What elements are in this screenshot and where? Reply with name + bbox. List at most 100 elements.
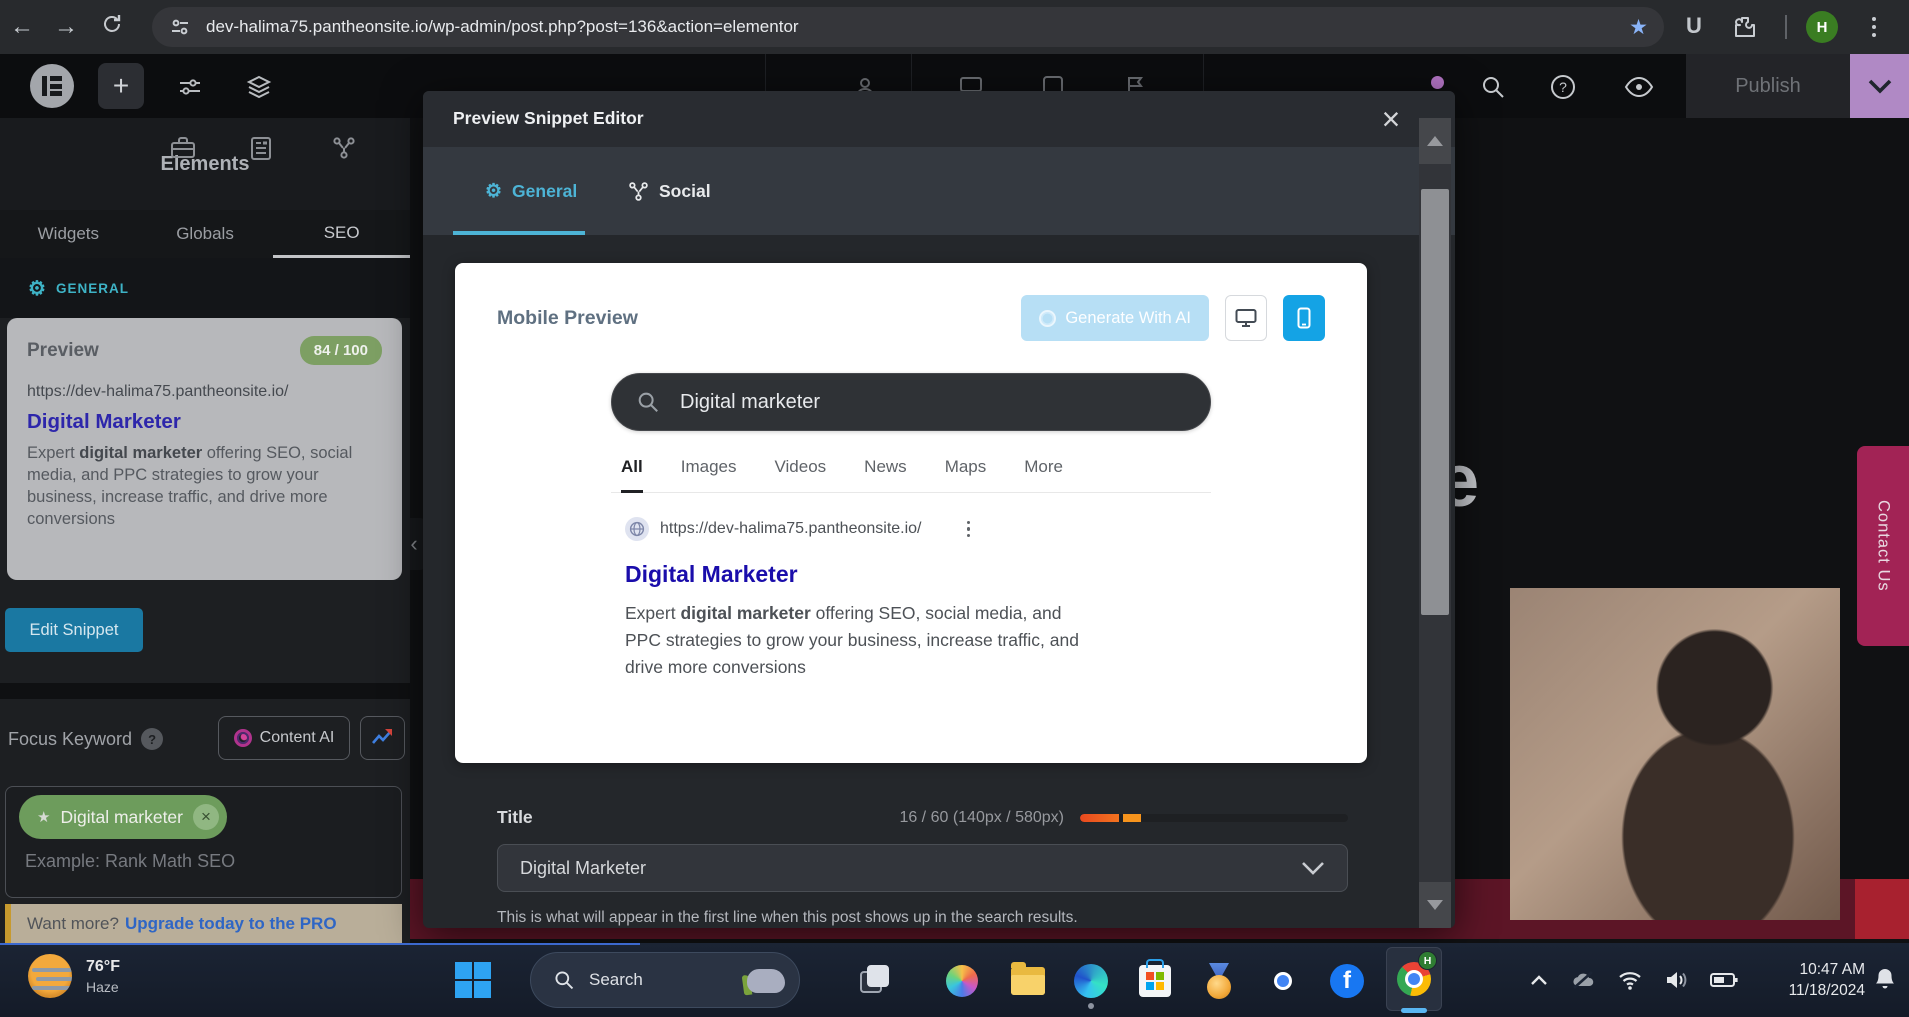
- help-icon[interactable]: ?: [1550, 74, 1576, 105]
- elementor-logo-icon: [42, 76, 62, 96]
- mobile-preview-heading: Mobile Preview: [497, 307, 638, 330]
- serp-tab-row: All Images Videos News Maps More: [611, 457, 1211, 493]
- weather-widget[interactable]: 76°F Haze: [28, 954, 120, 998]
- remove-keyword-icon[interactable]: ×: [193, 804, 219, 830]
- onedrive-paused-icon[interactable]: [1570, 970, 1596, 990]
- edit-snippet-button[interactable]: Edit Snippet: [5, 608, 143, 652]
- tab-widgets[interactable]: Widgets: [0, 210, 137, 258]
- result-description: Expert digital marketer offering SEO, so…: [625, 600, 1095, 681]
- wifi-icon[interactable]: [1618, 971, 1642, 990]
- focus-keyword-input[interactable]: ★ Digital marketer × Example: Rank Math …: [5, 786, 402, 898]
- notification-bell-icon[interactable]: [1874, 967, 1896, 998]
- mobile-preview-button[interactable]: [1283, 295, 1325, 341]
- microsoft-store-button[interactable]: [1139, 965, 1171, 997]
- chrome-profile-badge: H: [1418, 951, 1437, 970]
- site-settings-sliders-icon[interactable]: [178, 75, 202, 104]
- forward-icon[interactable]: →: [44, 13, 88, 41]
- close-icon[interactable]: ×: [1371, 99, 1411, 139]
- reload-icon[interactable]: [88, 13, 136, 42]
- tab-seo[interactable]: SEO: [273, 210, 410, 258]
- monitor-icon: [1235, 308, 1257, 328]
- title-input[interactable]: Digital Marketer: [497, 844, 1348, 892]
- battery-icon[interactable]: [1710, 972, 1738, 988]
- result-url[interactable]: https://dev-halima75.pantheonsite.io/: [660, 520, 922, 538]
- bookmark-star-icon[interactable]: ★: [1629, 15, 1648, 40]
- toolbox-icon[interactable]: [170, 136, 196, 165]
- phone-icon: [1297, 307, 1311, 329]
- chevron-down-icon: [1301, 861, 1325, 875]
- notification-dot: [1431, 76, 1444, 89]
- serp-tab-images[interactable]: Images: [681, 457, 737, 492]
- publish-options-button[interactable]: [1850, 54, 1909, 118]
- site-settings-icon[interactable]: [168, 15, 192, 39]
- volume-icon[interactable]: [1664, 970, 1688, 990]
- generate-with-ai-button[interactable]: Generate With AI: [1021, 295, 1209, 341]
- serp-tab-all[interactable]: All: [621, 457, 643, 493]
- scroll-down-button[interactable]: [1419, 882, 1451, 928]
- screen: ← → dev-halima75.pantheonsite.io/wp-admi…: [0, 0, 1909, 1017]
- seo-subtabs: ⚙ GENERAL: [0, 258, 410, 318]
- trends-button[interactable]: [360, 716, 405, 760]
- trends-icon: [371, 726, 395, 750]
- browser-toolbar: ← → dev-halima75.pantheonsite.io/wp-admi…: [0, 0, 1909, 54]
- copilot-button[interactable]: [946, 965, 978, 997]
- serp-tab-more[interactable]: More: [1024, 457, 1063, 492]
- facebook-button[interactable]: f: [1330, 964, 1364, 998]
- title-input-value: Digital Marketer: [520, 858, 646, 879]
- content-doc-icon[interactable]: [250, 136, 272, 166]
- tab-globals[interactable]: Globals: [137, 210, 274, 258]
- browser-menu-icon[interactable]: [1872, 17, 1876, 37]
- modal-scrollbar[interactable]: [1419, 118, 1451, 928]
- file-explorer-button[interactable]: [1011, 967, 1045, 995]
- tab-general[interactable]: ⚙ General: [485, 147, 577, 235]
- address-bar[interactable]: dev-halima75.pantheonsite.io/wp-admin/po…: [152, 7, 1664, 47]
- edge-browser-button[interactable]: [1074, 964, 1108, 998]
- tab-social[interactable]: Social: [628, 147, 711, 235]
- result-title-link[interactable]: Digital Marketer: [625, 561, 1197, 588]
- rewards-medal-button[interactable]: [1204, 963, 1234, 1001]
- preview-title-link[interactable]: Digital Marketer: [27, 410, 382, 434]
- schema-share-icon[interactable]: [332, 136, 356, 165]
- serp-tab-maps[interactable]: Maps: [945, 457, 987, 492]
- content-ai-button[interactable]: Content AI: [218, 716, 350, 760]
- title-field-label: Title: [497, 807, 533, 828]
- publish-button[interactable]: Publish: [1686, 54, 1850, 118]
- edge-running-dot: [1088, 1003, 1094, 1009]
- help-question-icon[interactable]: ?: [141, 728, 163, 750]
- elementor-logo[interactable]: [30, 64, 74, 108]
- upgrade-pro-link[interactable]: Upgrade today to the PRO: [125, 914, 337, 934]
- task-view-button[interactable]: [860, 965, 890, 995]
- contact-us-tab[interactable]: Contact Us: [1857, 446, 1909, 646]
- result-options-icon[interactable]: [967, 521, 971, 538]
- preview-description: Expert digital marketer offering SEO, so…: [27, 442, 382, 530]
- condition-label: Haze: [86, 979, 120, 995]
- clock-widget[interactable]: 10:47 AM 11/18/2024: [1740, 943, 1865, 1017]
- finder-search-icon[interactable]: [1480, 74, 1506, 105]
- serp-tab-videos[interactable]: Videos: [774, 457, 826, 492]
- tray-chevron-up-icon[interactable]: [1530, 974, 1548, 986]
- preview-eye-icon[interactable]: [1624, 76, 1654, 103]
- scrollbar-thumb[interactable]: [1421, 189, 1449, 615]
- start-button[interactable]: [455, 962, 491, 998]
- subtab-general[interactable]: ⚙ GENERAL: [28, 276, 129, 301]
- desktop-preview-button[interactable]: [1225, 295, 1267, 341]
- seo-preview-card: Preview 84 / 100 https://dev-halima75.pa…: [7, 318, 402, 580]
- title-field-section: Title 16 / 60 (140px / 580px) Digital Ma…: [497, 807, 1348, 927]
- scroll-up-button[interactable]: [1419, 118, 1451, 164]
- keyword-tag[interactable]: ★ Digital marketer ×: [19, 795, 227, 839]
- url-text[interactable]: dev-halima75.pantheonsite.io/wp-admin/po…: [206, 17, 799, 37]
- serp-tab-news[interactable]: News: [864, 457, 907, 492]
- extensions-puzzle-icon[interactable]: [1732, 14, 1758, 45]
- grammar-extension-icon[interactable]: U: [1686, 13, 1702, 39]
- taskbar-search[interactable]: Search: [530, 952, 800, 1008]
- serp-search-bar[interactable]: Digital marketer: [611, 373, 1211, 431]
- structure-layers-icon[interactable]: [246, 74, 272, 105]
- add-element-button[interactable]: +: [98, 63, 144, 109]
- profile-avatar[interactable]: H: [1806, 11, 1838, 43]
- back-icon[interactable]: ←: [0, 13, 44, 41]
- publish-label: Publish: [1735, 75, 1801, 98]
- tab-general-label: General: [512, 181, 577, 202]
- page-hero-photo: [1510, 588, 1840, 920]
- tab-social-label: Social: [659, 181, 711, 202]
- search-icon: [636, 390, 660, 414]
